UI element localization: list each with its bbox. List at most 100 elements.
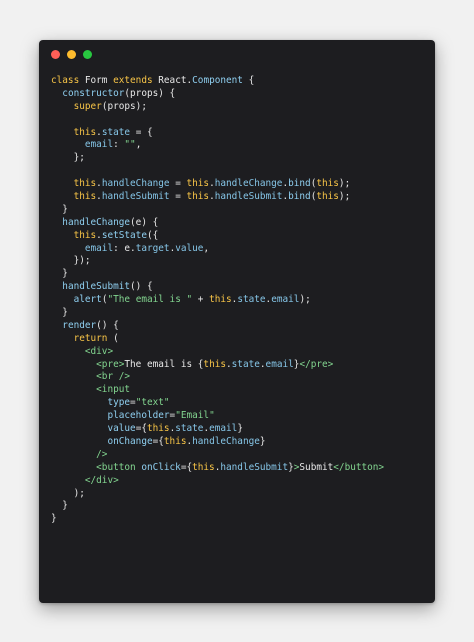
code-token: React xyxy=(158,75,187,86)
code-token: = xyxy=(169,191,187,203)
code-token: "text" xyxy=(135,397,170,409)
code-line: super(props); xyxy=(51,101,384,114)
code-token: (props) { xyxy=(124,87,176,99)
code-token: state xyxy=(175,423,204,435)
code-line: } xyxy=(51,307,384,320)
code-line: } xyxy=(51,513,384,526)
window-controls xyxy=(51,50,92,60)
code-token: this xyxy=(203,358,226,370)
code-token: state xyxy=(101,126,131,138)
code-token: ({ xyxy=(146,229,159,241)
code-token: = xyxy=(169,178,187,190)
code-token: handleChange xyxy=(192,435,260,447)
code-token: Component xyxy=(192,75,243,86)
code-token: ); xyxy=(299,294,311,306)
code-line: <button onClick={this.handleSubmit}>Subm… xyxy=(51,462,384,475)
code-line: }); xyxy=(51,255,384,268)
code-token: ); xyxy=(51,487,85,499)
code-token: () { xyxy=(130,281,153,293)
code-token: "" xyxy=(124,139,136,151)
code-line: ); xyxy=(51,488,384,501)
code-line: } xyxy=(51,204,384,217)
code-token: value xyxy=(107,423,136,435)
code-token: /> xyxy=(96,448,108,460)
code-token: } xyxy=(51,203,68,215)
code-token: this xyxy=(73,126,97,138)
code-token: } xyxy=(51,500,68,512)
code-token: this xyxy=(186,191,210,203)
code-token: (props); xyxy=(101,100,147,112)
minimize-icon[interactable] xyxy=(67,50,76,59)
code-line: email: "", xyxy=(51,139,384,152)
code-line: constructor(props) { xyxy=(51,88,384,101)
code-token: type xyxy=(107,397,131,409)
code-token: ); xyxy=(338,178,351,190)
code-token: handleChange xyxy=(62,216,131,228)
code-line: <input xyxy=(51,384,384,397)
code-token: The email is { xyxy=(124,358,204,370)
code-line: return ( xyxy=(51,333,384,346)
code-token: </button> xyxy=(333,461,385,473)
code-token: constructor xyxy=(62,87,125,99)
code-token: () { xyxy=(96,319,119,331)
code-token: </div> xyxy=(84,474,119,486)
code-line: class Form extends React.Component { xyxy=(51,75,384,88)
maximize-icon[interactable] xyxy=(83,50,92,59)
code-token: } xyxy=(51,513,57,525)
code-line: value={this.state.email} xyxy=(51,423,384,436)
code-token: Form xyxy=(84,75,114,86)
code-token: state xyxy=(237,294,266,306)
code-token: email xyxy=(271,294,300,306)
code-line: /> xyxy=(51,449,384,462)
code-token: "Email" xyxy=(175,410,215,422)
code-token: handleSubmit xyxy=(101,191,170,203)
code-token: "The email is " xyxy=(107,294,193,306)
code-line: type="text" xyxy=(51,397,384,410)
code-token: } xyxy=(51,268,68,280)
code-block: class Form extends React.Component { con… xyxy=(51,75,384,526)
code-token: this xyxy=(209,294,232,306)
code-token: { xyxy=(242,75,255,86)
code-line: this.state = { xyxy=(51,127,384,140)
code-token: alert xyxy=(73,294,102,306)
code-line: email: e.target.value, xyxy=(51,243,384,256)
code-token: ); xyxy=(338,191,351,203)
code-token: handleSubmit xyxy=(214,191,283,203)
close-icon[interactable] xyxy=(51,50,60,59)
code-token: <button xyxy=(96,461,142,473)
code-token: <br /> xyxy=(96,371,131,383)
code-line: }; xyxy=(51,152,384,165)
code-token: ={ xyxy=(135,423,147,435)
code-token: handleSubmit xyxy=(220,461,289,473)
code-token: : xyxy=(113,139,125,151)
code-token: handleSubmit xyxy=(62,281,131,293)
code-token: email xyxy=(265,358,294,370)
code-token: : e. xyxy=(113,242,136,254)
code-token: return xyxy=(73,332,108,344)
code-token: this xyxy=(73,229,97,241)
code-line: <div> xyxy=(51,346,384,359)
code-token: onClick xyxy=(141,461,181,473)
code-token: ( xyxy=(107,332,119,344)
code-token: ={ xyxy=(152,435,164,447)
code-token: onChange xyxy=(107,435,153,447)
